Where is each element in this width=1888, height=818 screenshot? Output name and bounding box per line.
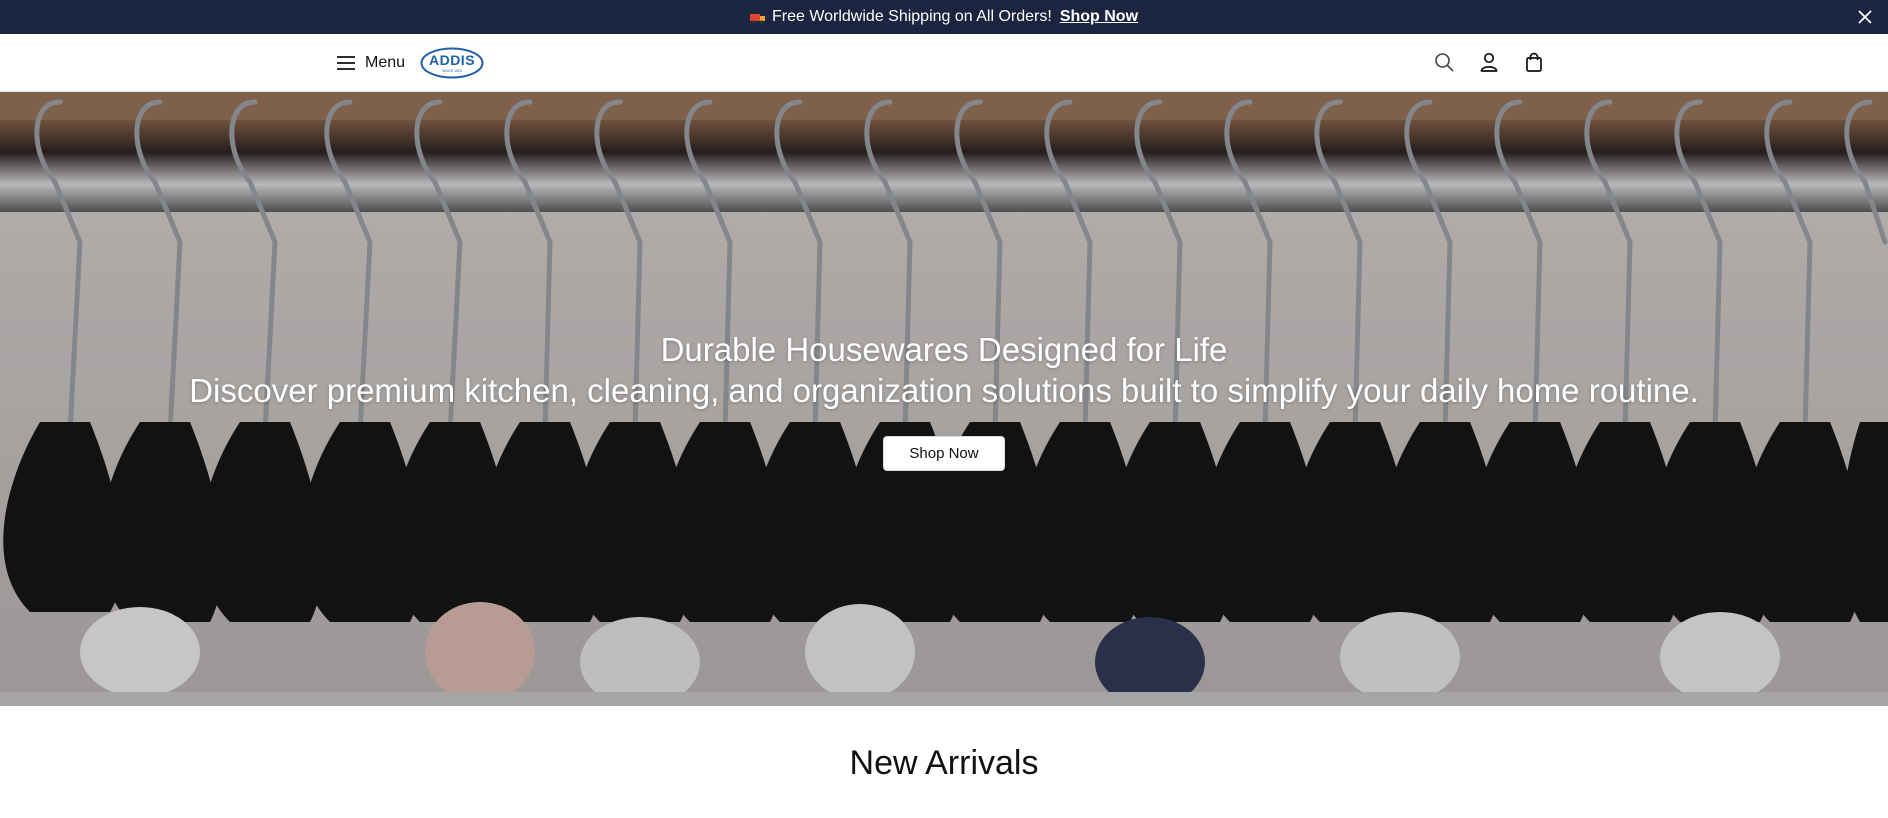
announcement-message: Free Worldwide Shipping on All Orders! (771, 8, 1052, 25)
hero-content: Durable Housewares Designed for Life Dis… (0, 330, 1888, 471)
announcement-shop-now-link[interactable]: Shop Now (1060, 8, 1138, 26)
close-icon[interactable] (1856, 8, 1874, 26)
brand-logo[interactable]: ADDIS SINCE 1903 (420, 47, 484, 79)
menu-label: Menu (365, 54, 406, 71)
hero-banner: Durable Housewares Designed for Life Dis… (0, 92, 1888, 706)
hero-title: Durable Housewares Designed for Life (660, 331, 1228, 368)
site-header: Menu ADDIS SINCE 1903 (0, 34, 1888, 92)
announcement-bar: Free Worldwide Shipping on All Orders! S… (0, 0, 1888, 34)
account-icon[interactable] (1478, 51, 1500, 73)
cart-icon[interactable] (1523, 51, 1545, 73)
hamburger-icon (337, 56, 355, 70)
hero-subtitle: Discover premium kitchen, cleaning, and … (189, 372, 1699, 409)
search-icon[interactable] (1433, 51, 1455, 73)
svg-text:SINCE 1903: SINCE 1903 (442, 69, 462, 73)
svg-text:ADDIS: ADDIS (429, 52, 475, 68)
hero-shop-now-button[interactable]: Shop Now (883, 436, 1005, 471)
truck-icon (749, 13, 765, 24)
menu-button[interactable]: Menu (336, 48, 405, 78)
new-arrivals-title: New Arrivals (849, 744, 1039, 782)
